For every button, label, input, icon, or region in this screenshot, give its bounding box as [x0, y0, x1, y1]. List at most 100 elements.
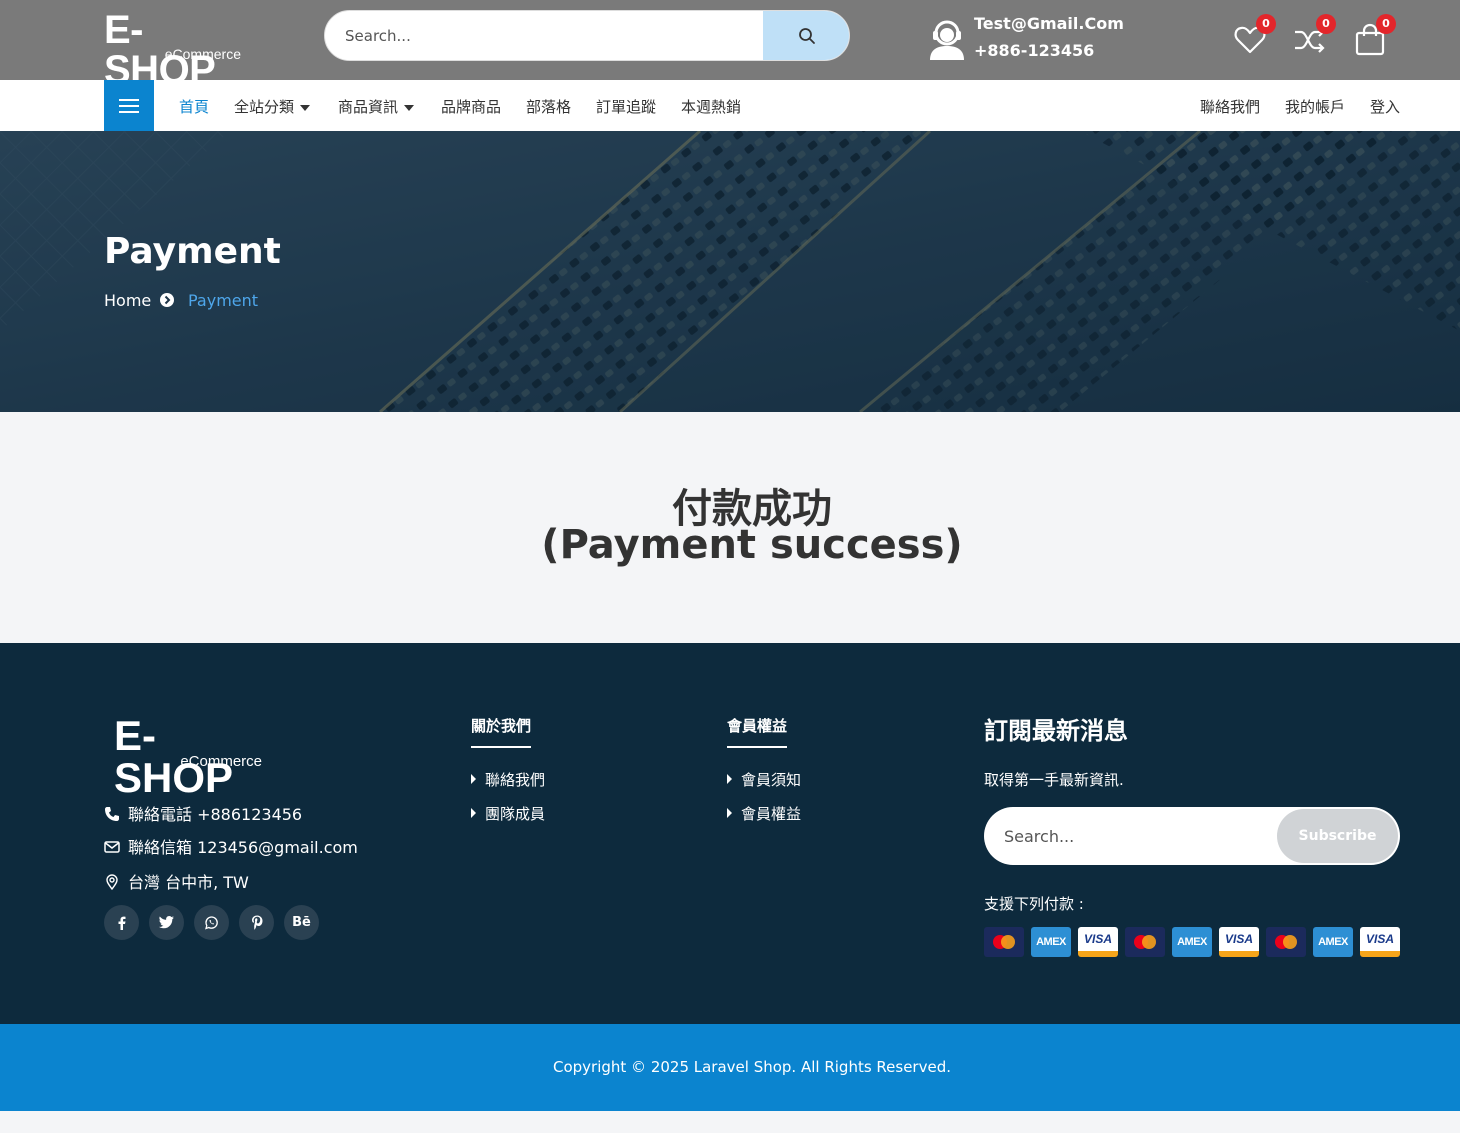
social-whatsapp-button[interactable]: [194, 905, 229, 940]
payment-methods-label: 支援下列付款 :: [984, 895, 1084, 913]
caret-right-icon: [727, 808, 732, 818]
subscribe-button[interactable]: Subscribe: [1277, 809, 1398, 863]
visa-card-logo: VISA: [1219, 927, 1259, 957]
search-input[interactable]: [325, 11, 763, 60]
nav-contact-us[interactable]: 聯絡我們: [1200, 96, 1260, 117]
nav-blog[interactable]: 部落格: [526, 96, 571, 117]
footer-logo[interactable]: E-SHOP eCommerce: [114, 715, 274, 799]
nav-order-tracking[interactable]: 訂單追蹤: [596, 96, 656, 117]
footer-link-member-notice[interactable]: 會員須知: [727, 769, 801, 790]
compare-count-badge: 0: [1316, 14, 1336, 34]
subscribe-form: Subscribe: [984, 807, 1400, 865]
amex-card-logo: AMEX: [1313, 927, 1353, 957]
subscribe-input[interactable]: [984, 807, 1274, 865]
nav-brands[interactable]: 品牌商品: [441, 96, 501, 117]
main-nav: 首頁 全站分類 商品資訊 品牌商品 部落格 訂單追蹤 本週熱銷 聯絡我們 我的帳…: [0, 80, 1460, 131]
visa-card-logo: VISA: [1078, 927, 1118, 957]
about-column-title: 關於我們: [471, 715, 532, 748]
logo-sub-text: eCommerce: [164, 46, 241, 62]
footer-link-contact-us-label: 聯絡我們: [485, 771, 546, 789]
copyright-bar: Copyright © 2025 Laravel Shop. All Right…: [0, 1024, 1460, 1111]
category-menu-button[interactable]: [104, 80, 154, 131]
footer-link-team[interactable]: 團隊成員: [471, 803, 545, 824]
caret-down-icon: [300, 104, 311, 111]
hamburger-icon: [119, 98, 139, 113]
chevron-right-circle-icon: [160, 293, 174, 307]
cart-button[interactable]: 0: [1352, 14, 1396, 58]
wishlist-button[interactable]: 0: [1232, 14, 1276, 58]
footer-link-member-notice-label: 會員須知: [741, 771, 802, 789]
social-behance-button[interactable]: Bē: [284, 905, 319, 940]
footer-phone: 聯絡電話 +886123456: [104, 801, 302, 825]
mastercard-icon: [993, 935, 1015, 949]
nav-order-tracking-label: 訂單追蹤: [596, 98, 657, 116]
breadcrumb-current: Payment: [188, 291, 259, 310]
nav-my-account[interactable]: 我的帳戶: [1285, 96, 1345, 117]
nav-product-info-label: 商品資訊: [338, 98, 399, 116]
cart-count-badge: 0: [1376, 14, 1396, 34]
mastercard-card-logo: [1125, 927, 1165, 957]
breadcrumb-home[interactable]: Home: [104, 291, 151, 310]
page-title: Payment: [104, 231, 281, 272]
payment-success-subheading: (Payment success): [541, 522, 963, 568]
payment-result-section: 付款成功 (Payment success): [0, 412, 1460, 643]
behance-icon: Bē: [292, 915, 311, 930]
nav-contact-us-label: 聯絡我們: [1200, 98, 1261, 116]
footer-phone-text: 聯絡電話 +886123456: [128, 805, 303, 824]
nav-all-categories[interactable]: 全站分類: [234, 96, 311, 117]
social-facebook-button[interactable]: [104, 905, 139, 940]
page-banner: Payment Home Payment: [0, 131, 1460, 412]
nav-home-label: 首頁: [179, 98, 210, 116]
nav-product-info[interactable]: 商品資訊: [338, 96, 415, 117]
footer-email: 聯絡信箱 123456@gmail.com: [104, 834, 358, 858]
social-twitter-button[interactable]: [149, 905, 184, 940]
mastercard-icon: [1134, 935, 1156, 949]
wishlist-count-badge: 0: [1256, 14, 1276, 34]
footer-logo-sub-text: eCommerce: [180, 753, 262, 770]
caret-right-icon: [471, 774, 476, 784]
visa-card-logo: VISA: [1360, 927, 1400, 957]
compare-button[interactable]: 0: [1292, 14, 1336, 58]
nav-login-label: 登入: [1370, 98, 1401, 116]
header-search: [324, 10, 850, 61]
footer-address: 台灣 台中市, TW: [104, 869, 249, 893]
footer-email-text: 聯絡信箱 123456@gmail.com: [128, 838, 358, 857]
contact-email[interactable]: Test@Gmail.Com: [974, 14, 1124, 33]
site-footer: E-SHOP eCommerce 聯絡電話 +886123456 聯絡信箱 12…: [0, 643, 1460, 1024]
nav-brands-label: 品牌商品: [441, 98, 502, 116]
top-header: E-SHOP eCommerce Test@Gmail.Com +886-123…: [0, 0, 1460, 90]
search-icon: [798, 27, 815, 44]
footer-link-contact-us[interactable]: 聯絡我們: [471, 769, 545, 790]
envelope-icon: [104, 841, 120, 853]
copyright-text: Copyright © 2025 Laravel Shop. All Right…: [552, 1058, 951, 1076]
payment-methods: AMEX VISA AMEX VISA AMEX VISA: [984, 927, 1400, 957]
contact-phone[interactable]: +886-123456: [974, 41, 1094, 60]
subscribe-description: 取得第一手最新資訊.: [984, 771, 1124, 789]
member-column-title: 會員權益: [727, 715, 788, 748]
nav-blog-label: 部落格: [526, 98, 572, 116]
pinterest-icon: [251, 915, 262, 930]
footer-link-member-benefits-label: 會員權益: [741, 805, 802, 823]
whatsapp-icon: [205, 916, 218, 930]
search-button[interactable]: [763, 11, 849, 60]
footer-link-team-label: 團隊成員: [485, 805, 546, 823]
nav-weekly-bestsellers[interactable]: 本週熱銷: [681, 96, 741, 117]
footer-link-member-benefits[interactable]: 會員權益: [727, 803, 801, 824]
phone-icon: [105, 807, 119, 821]
subscribe-title: 訂閱最新消息: [984, 717, 1128, 745]
mastercard-card-logo: [1266, 927, 1306, 957]
caret-right-icon: [471, 808, 476, 818]
social-pinterest-button[interactable]: [239, 905, 274, 940]
amex-card-logo: AMEX: [1031, 927, 1071, 957]
mastercard-card-logo: [984, 927, 1024, 957]
nav-all-categories-label: 全站分類: [234, 98, 295, 116]
nav-login[interactable]: 登入: [1370, 96, 1400, 117]
nav-weekly-bestsellers-label: 本週熱銷: [681, 98, 742, 116]
nav-my-account-label: 我的帳戶: [1285, 98, 1346, 116]
site-logo[interactable]: E-SHOP eCommerce: [104, 10, 254, 90]
map-pin-icon: [106, 874, 118, 890]
footer-address-text: 台灣 台中市, TW: [128, 873, 249, 892]
amex-card-logo: AMEX: [1172, 927, 1212, 957]
nav-home[interactable]: 首頁: [179, 96, 209, 117]
facebook-icon: [118, 916, 125, 930]
